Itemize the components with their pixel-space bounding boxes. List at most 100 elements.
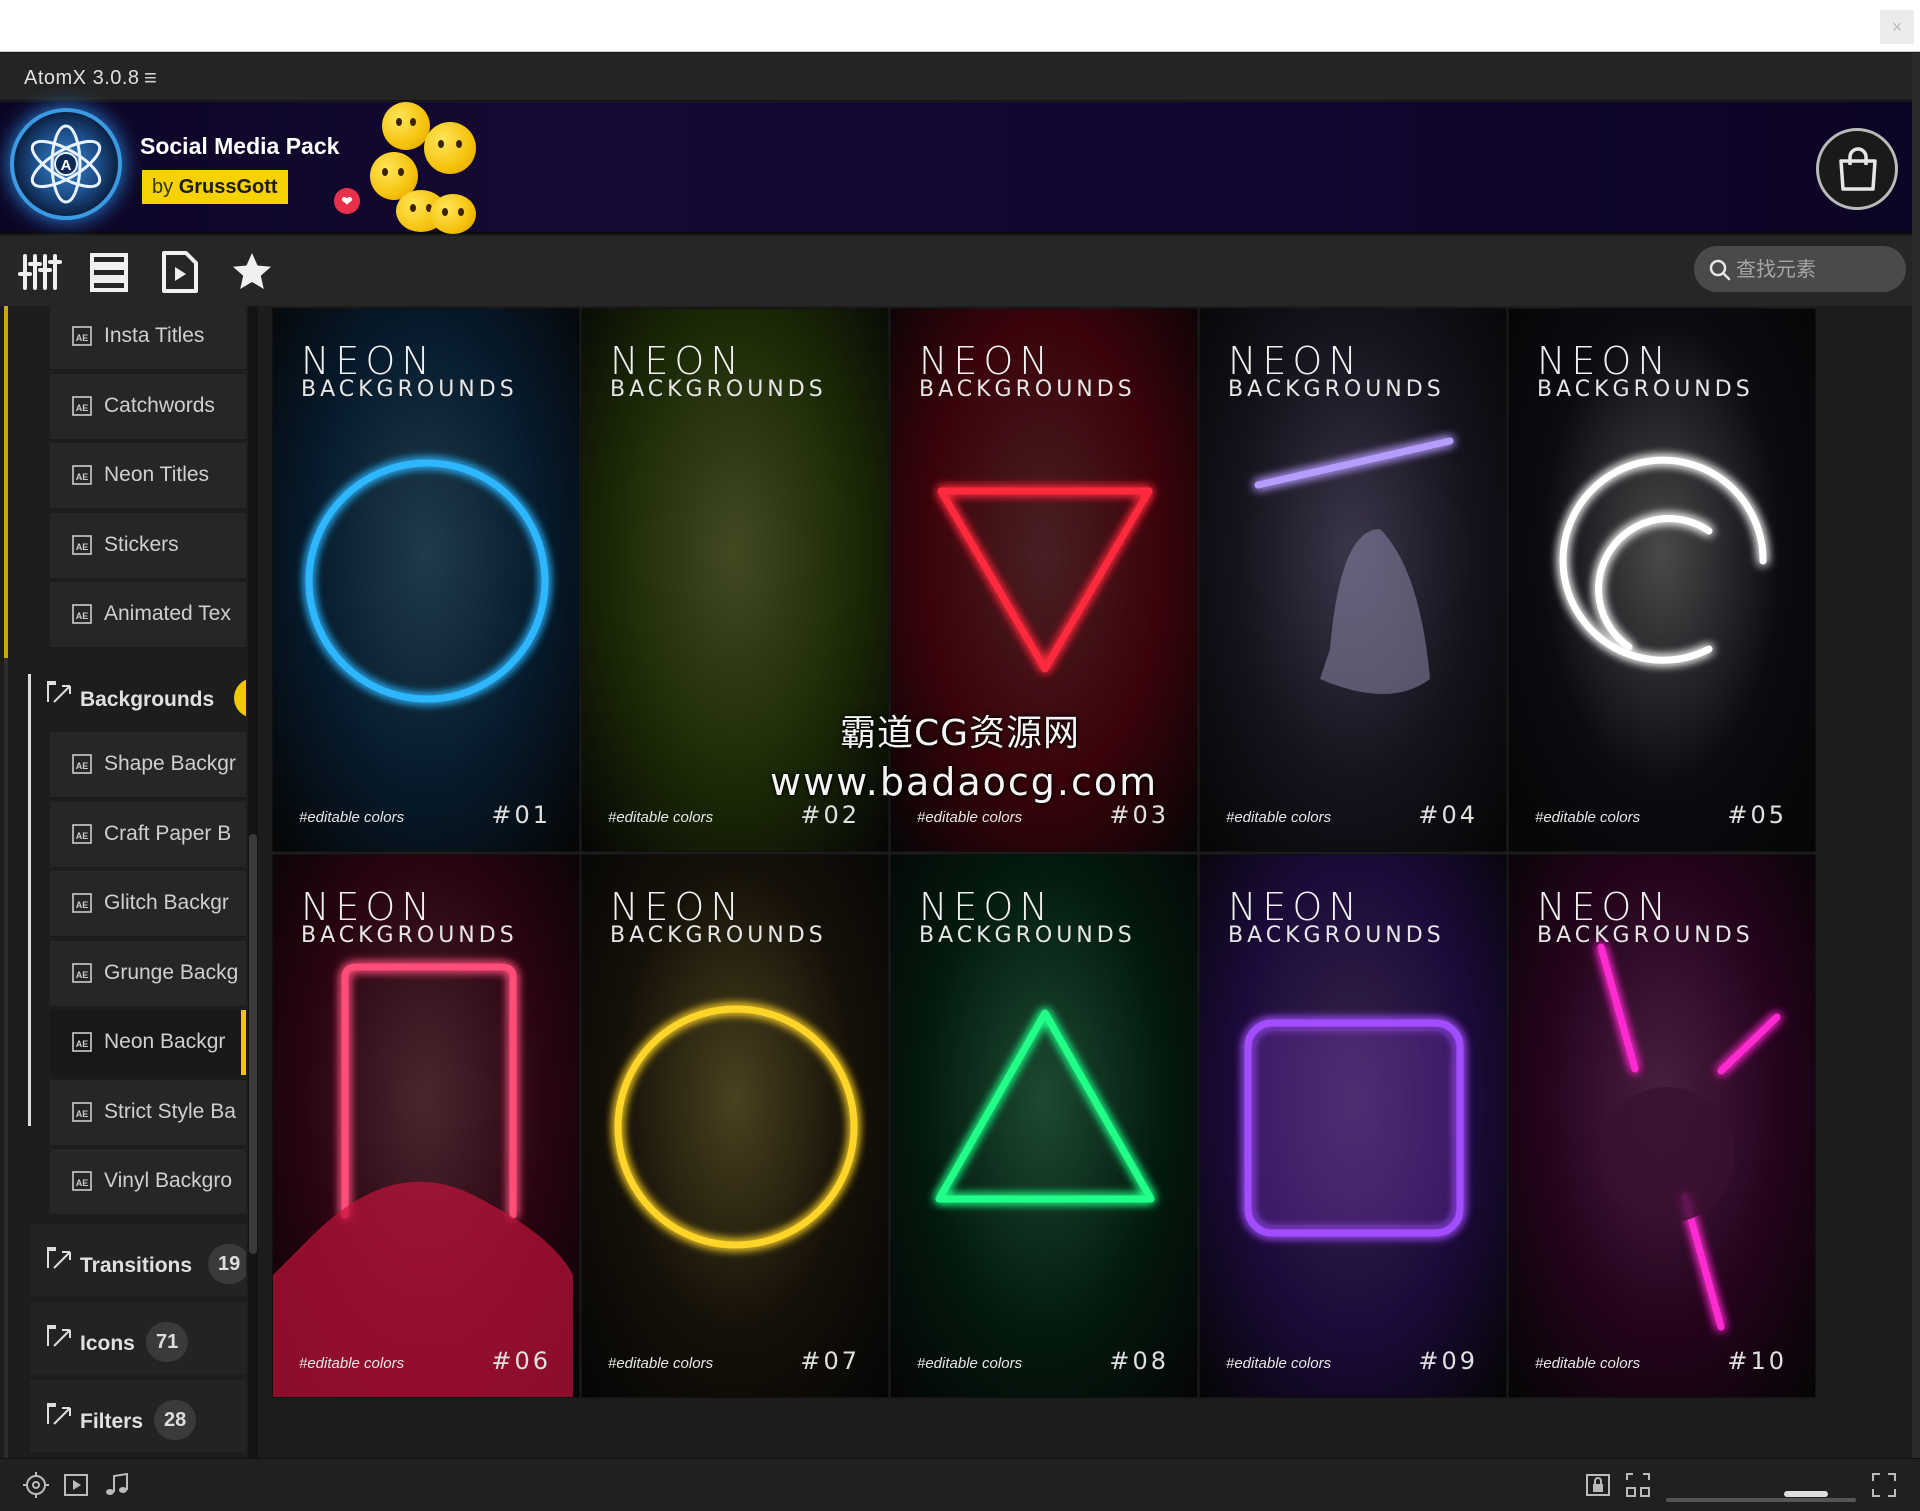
asset-tile[interactable]: NEON BACKGROUNDS #editable colors #09 [1199, 854, 1507, 1398]
video-icon[interactable] [62, 1471, 90, 1504]
tile-title-line-2: BACKGROUNDS [919, 377, 1136, 402]
tile-number: #07 [800, 1347, 860, 1375]
ae-file-icon: AE [72, 893, 92, 913]
sidebar-scrollbar[interactable] [248, 306, 258, 1458]
star-icon[interactable] [230, 250, 274, 294]
ae-file-icon: AE [72, 395, 92, 416]
svg-text:AE: AE [76, 1109, 89, 1119]
sidebar-category[interactable]: Filters 28 [30, 1380, 246, 1452]
watermark: 霸道CG资源网 www.badaocg.com [770, 704, 1156, 804]
tile-title-line-2: BACKGROUNDS [919, 923, 1136, 948]
tile-title-line-2: BACKGROUNDS [610, 923, 827, 948]
zoom-slider-track[interactable] [1666, 1498, 1856, 1502]
svg-text:AE: AE [76, 900, 89, 910]
tile-tag: #editable colors [1535, 809, 1641, 826]
ae-file-icon: AE [72, 754, 92, 774]
sidebar-subitem[interactable]: AE Insta Titles [50, 306, 246, 370]
active-indicator [241, 1010, 246, 1075]
sidebar-subitem-label: Vinyl Backgro [104, 1169, 233, 1192]
sidebar-subitem-label: Neon Backgr [104, 1030, 226, 1053]
tile-number: #10 [1727, 1347, 1787, 1375]
heart-icon: ❤ [334, 188, 360, 214]
search-input[interactable] [1736, 254, 1896, 284]
app-title: AtomX 3.0.8 [24, 67, 140, 89]
title-bar: AtomX 3.0.8 ≡ [0, 53, 1920, 101]
ae-file-icon: AE [72, 962, 92, 983]
tile-number: #03 [1109, 801, 1169, 829]
sidebar-subitem[interactable]: AE Animated Tex [50, 582, 246, 648]
tile-number: #06 [491, 1347, 551, 1375]
tile-title-line-2: BACKGROUNDS [301, 923, 518, 948]
list-view-icon[interactable] [88, 250, 132, 294]
window-top-strip: × [0, 0, 1920, 52]
sidebar-subitem-label: Catchwords [104, 393, 215, 417]
ae-file-icon: AE [72, 1032, 92, 1052]
count-badge: 28 [154, 1400, 197, 1440]
sidebar-category-label: Filters [80, 1410, 144, 1433]
sidebar-subitem[interactable]: AE Strict Style Ba [50, 1079, 246, 1146]
svg-text:AE: AE [76, 1039, 89, 1049]
asset-tile[interactable]: NEON BACKGROUNDS #editable colors #06 [272, 854, 580, 1398]
shop-bag-button[interactable] [1816, 128, 1898, 210]
sidebar-subitem[interactable]: AE Catchwords [50, 373, 246, 440]
tile-number: #04 [1418, 801, 1478, 829]
count-badge: 19 [208, 1244, 246, 1284]
sidebar-subitem-label: Insta Titles [104, 324, 205, 347]
right-edge-scrollbar[interactable] [1912, 53, 1920, 1458]
tile-tag: #editable colors [608, 1355, 714, 1372]
hamburger-icon[interactable]: ≡ [144, 65, 157, 91]
asset-tile[interactable]: NEON BACKGROUNDS #editable colors #01 [272, 308, 580, 852]
window-close-button[interactable]: × [1880, 10, 1914, 44]
sidebar-subitem[interactable]: AE Stickers [50, 512, 246, 579]
tile-tag: #editable colors [1226, 1355, 1332, 1372]
sidebar-subitem[interactable]: AE Craft Paper B [50, 801, 246, 868]
sidebar-subitem[interactable]: AE Neon Backgr [50, 1010, 246, 1076]
tile-title-line-2: BACKGROUNDS [1228, 377, 1445, 402]
asset-tile[interactable]: NEON BACKGROUNDS #editable colors #10 [1508, 854, 1816, 1398]
search-box[interactable] [1694, 246, 1906, 292]
sidebar-category-backgrounds[interactable]: Backgrounds [30, 658, 246, 730]
sidebar-subitem-label: Glitch Backgr [104, 891, 229, 914]
svg-text:AE: AE [76, 761, 89, 771]
lock-icon[interactable] [1584, 1471, 1612, 1504]
sidebar-category[interactable]: Icons 71 [30, 1302, 246, 1374]
ae-file-icon: AE [72, 465, 92, 485]
sliders-icon[interactable] [18, 250, 62, 294]
ae-file-icon: AE [72, 1171, 92, 1191]
svg-text:AE: AE [76, 1178, 89, 1188]
tile-number: #02 [800, 801, 860, 829]
author-prefix: by [152, 176, 174, 198]
fit-icon[interactable] [1624, 1471, 1652, 1504]
tile-number: #01 [491, 801, 551, 829]
zoom-slider-thumb[interactable] [1784, 1491, 1828, 1497]
tile-tag: #editable colors [1535, 1355, 1641, 1372]
sidebar-subitem[interactable]: AE Shape Backgr [50, 732, 246, 798]
ae-file-icon: AE [72, 1101, 92, 1122]
tile-title-line-2: BACKGROUNDS [1537, 377, 1754, 402]
sidebar-subitem[interactable]: AE Neon Titles [50, 443, 246, 509]
expand-icon[interactable] [1870, 1471, 1898, 1504]
tile-number: #05 [1727, 801, 1787, 829]
tile-tag: #editable colors [1226, 809, 1332, 826]
asset-tile[interactable]: NEON BACKGROUNDS #editable colors #04 [1199, 308, 1507, 852]
emoji-sticker-2 [424, 122, 476, 174]
sidebar-scroll-thumb[interactable] [249, 834, 257, 1254]
sidebar-subitem[interactable]: AE Vinyl Backgro [50, 1149, 246, 1215]
svg-text:AE: AE [76, 472, 89, 482]
ae-file-icon: AE [72, 823, 92, 844]
play-file-icon[interactable] [158, 250, 202, 294]
sidebar-subitem[interactable]: AE Glitch Backgr [50, 871, 246, 937]
svg-text:AE: AE [76, 831, 89, 841]
watermark-line-1: 霸道CG资源网 [839, 713, 1081, 754]
sidebar-subitem-label: Craft Paper B [104, 821, 232, 845]
folder-link-icon [46, 1246, 72, 1270]
asset-tile[interactable]: NEON BACKGROUNDS #editable colors #05 [1508, 308, 1816, 852]
asset-tile[interactable]: NEON BACKGROUNDS #editable colors #08 [890, 854, 1198, 1398]
sidebar-category[interactable]: Transitions 19 [30, 1224, 246, 1296]
target-icon[interactable] [22, 1471, 50, 1504]
music-icon[interactable] [102, 1471, 130, 1504]
svg-text:AE: AE [76, 403, 89, 413]
sidebar-subitem[interactable]: AE Grunge Backg [50, 940, 246, 1007]
asset-tile[interactable]: NEON BACKGROUNDS #editable colors #07 [581, 854, 889, 1398]
tile-title-line-2: BACKGROUNDS [1537, 923, 1754, 948]
